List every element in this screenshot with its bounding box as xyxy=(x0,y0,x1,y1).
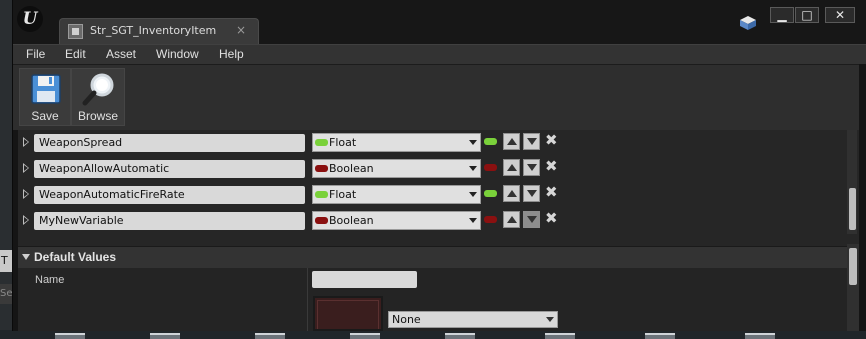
menu-help[interactable]: Help xyxy=(219,47,244,61)
variable-name-input[interactable]: MyNewVariable xyxy=(34,212,305,230)
window-edge xyxy=(859,64,866,331)
type-color-icon xyxy=(315,217,328,224)
expand-arrow-icon[interactable] xyxy=(23,137,29,147)
move-down-button[interactable] xyxy=(523,185,540,202)
variable-row: MyNewVariable Boolean ✖ xyxy=(18,208,859,234)
container-type-icon[interactable] xyxy=(484,190,497,197)
move-up-button[interactable] xyxy=(503,185,520,202)
delete-icon[interactable]: ✖ xyxy=(545,131,558,149)
close-button[interactable]: ✕ xyxy=(825,7,855,23)
name-property-input[interactable] xyxy=(312,271,417,288)
variable-type-label: Float xyxy=(329,136,357,149)
default-values-grid: Name None xyxy=(18,268,859,331)
background-thumbnail xyxy=(445,333,475,339)
asset-thumbnail[interactable] xyxy=(313,296,383,331)
delete-icon[interactable]: ✖ xyxy=(545,183,558,201)
variable-type-select[interactable]: Float xyxy=(312,185,481,204)
background-thumbnail xyxy=(150,333,180,339)
chevron-down-icon xyxy=(469,192,477,197)
background-thumbnail xyxy=(255,333,285,339)
variable-name-input[interactable]: WeaponAllowAutomatic xyxy=(34,160,305,178)
default-values-title: Default Values xyxy=(34,250,117,264)
move-down-button[interactable] xyxy=(523,211,540,228)
collapse-arrow-icon[interactable] xyxy=(22,254,30,260)
menu-window[interactable]: Window xyxy=(156,47,199,61)
asset-picker-select[interactable]: None xyxy=(388,311,558,328)
structure-panel: WeaponSpread Float ✖ WeaponAllowAutomati… xyxy=(18,130,859,331)
move-up-button[interactable] xyxy=(503,133,520,150)
asset-picker-value: None xyxy=(392,313,421,326)
background-thumbnail-strip xyxy=(0,330,866,339)
minimize-button[interactable]: ▁ xyxy=(770,7,794,23)
save-button[interactable]: Save xyxy=(19,68,71,126)
document-tab[interactable]: Str_SGT_InventoryItem × xyxy=(59,18,259,44)
variable-row: WeaponAutomaticFireRate Float ✖ xyxy=(18,182,859,208)
chevron-down-icon xyxy=(469,218,477,223)
menu-file[interactable]: File xyxy=(26,47,45,61)
maximize-button[interactable]: □ xyxy=(795,7,819,23)
delete-icon[interactable]: ✖ xyxy=(545,209,558,227)
variable-type-label: Boolean xyxy=(329,214,374,227)
menu-edit[interactable]: Edit xyxy=(65,47,86,61)
type-color-icon xyxy=(315,191,328,198)
toolbar: Save Browse xyxy=(13,64,866,130)
expand-arrow-icon[interactable] xyxy=(23,189,29,199)
variable-type-label: Float xyxy=(329,188,357,201)
variable-type-select[interactable]: Boolean xyxy=(312,159,481,178)
expand-arrow-icon[interactable] xyxy=(23,215,29,225)
background-thumbnail xyxy=(745,333,775,339)
browse-button[interactable]: Browse xyxy=(71,68,125,126)
struct-editor-window: U Str_SGT_InventoryItem × ▁ □ ✕ File Edi… xyxy=(12,0,866,331)
background-thumbnail xyxy=(545,333,575,339)
move-up-button[interactable] xyxy=(503,159,520,176)
magnifier-icon xyxy=(82,73,114,106)
background-thumbnail xyxy=(350,333,380,339)
move-up-button[interactable] xyxy=(503,211,520,228)
project-icon[interactable] xyxy=(740,16,756,30)
default-values-header[interactable]: Default Values xyxy=(18,246,859,268)
move-down-button[interactable] xyxy=(523,159,540,176)
background-thumbnail xyxy=(645,333,675,339)
struct-asset-icon xyxy=(68,24,83,39)
variables-scrollbar-thumb[interactable] xyxy=(849,188,856,230)
name-property-label: Name xyxy=(35,274,65,286)
container-type-icon[interactable] xyxy=(484,216,497,223)
container-type-icon[interactable] xyxy=(484,164,497,171)
browse-label: Browse xyxy=(77,109,118,123)
type-color-icon xyxy=(315,139,328,146)
expand-arrow-icon[interactable] xyxy=(23,163,29,173)
chevron-down-icon xyxy=(469,166,477,171)
variable-name-input[interactable]: WeaponSpread xyxy=(34,134,305,152)
delete-icon[interactable]: ✖ xyxy=(545,157,558,175)
variable-type-select[interactable]: Boolean xyxy=(312,211,481,230)
variable-name-input[interactable]: WeaponAutomaticFireRate xyxy=(34,186,305,204)
title-bar[interactable]: U Str_SGT_InventoryItem × ▁ □ ✕ xyxy=(13,0,866,44)
save-label: Save xyxy=(31,109,59,123)
defaults-scrollbar-thumb[interactable] xyxy=(849,248,857,285)
chevron-down-icon xyxy=(469,140,477,145)
chevron-down-icon xyxy=(546,317,554,322)
menu-asset[interactable]: Asset xyxy=(106,47,136,61)
unreal-logo-icon[interactable]: U xyxy=(17,6,43,32)
variable-row: WeaponAllowAutomatic Boolean ✖ xyxy=(18,156,859,182)
column-splitter[interactable] xyxy=(307,268,308,331)
tab-close-icon[interactable]: × xyxy=(236,23,246,37)
move-down-button[interactable] xyxy=(523,133,540,150)
variable-type-select[interactable]: Float xyxy=(312,133,481,152)
container-type-icon[interactable] xyxy=(484,138,497,145)
variable-type-label: Boolean xyxy=(329,162,374,175)
background-thumbnail xyxy=(55,333,85,339)
menu-bar: File Edit Asset Window Help xyxy=(13,44,866,64)
save-icon xyxy=(31,74,61,104)
document-tab-label: Str_SGT_InventoryItem xyxy=(90,24,217,37)
variable-row: WeaponSpread Float ✖ xyxy=(18,130,859,156)
type-color-icon xyxy=(315,165,328,172)
